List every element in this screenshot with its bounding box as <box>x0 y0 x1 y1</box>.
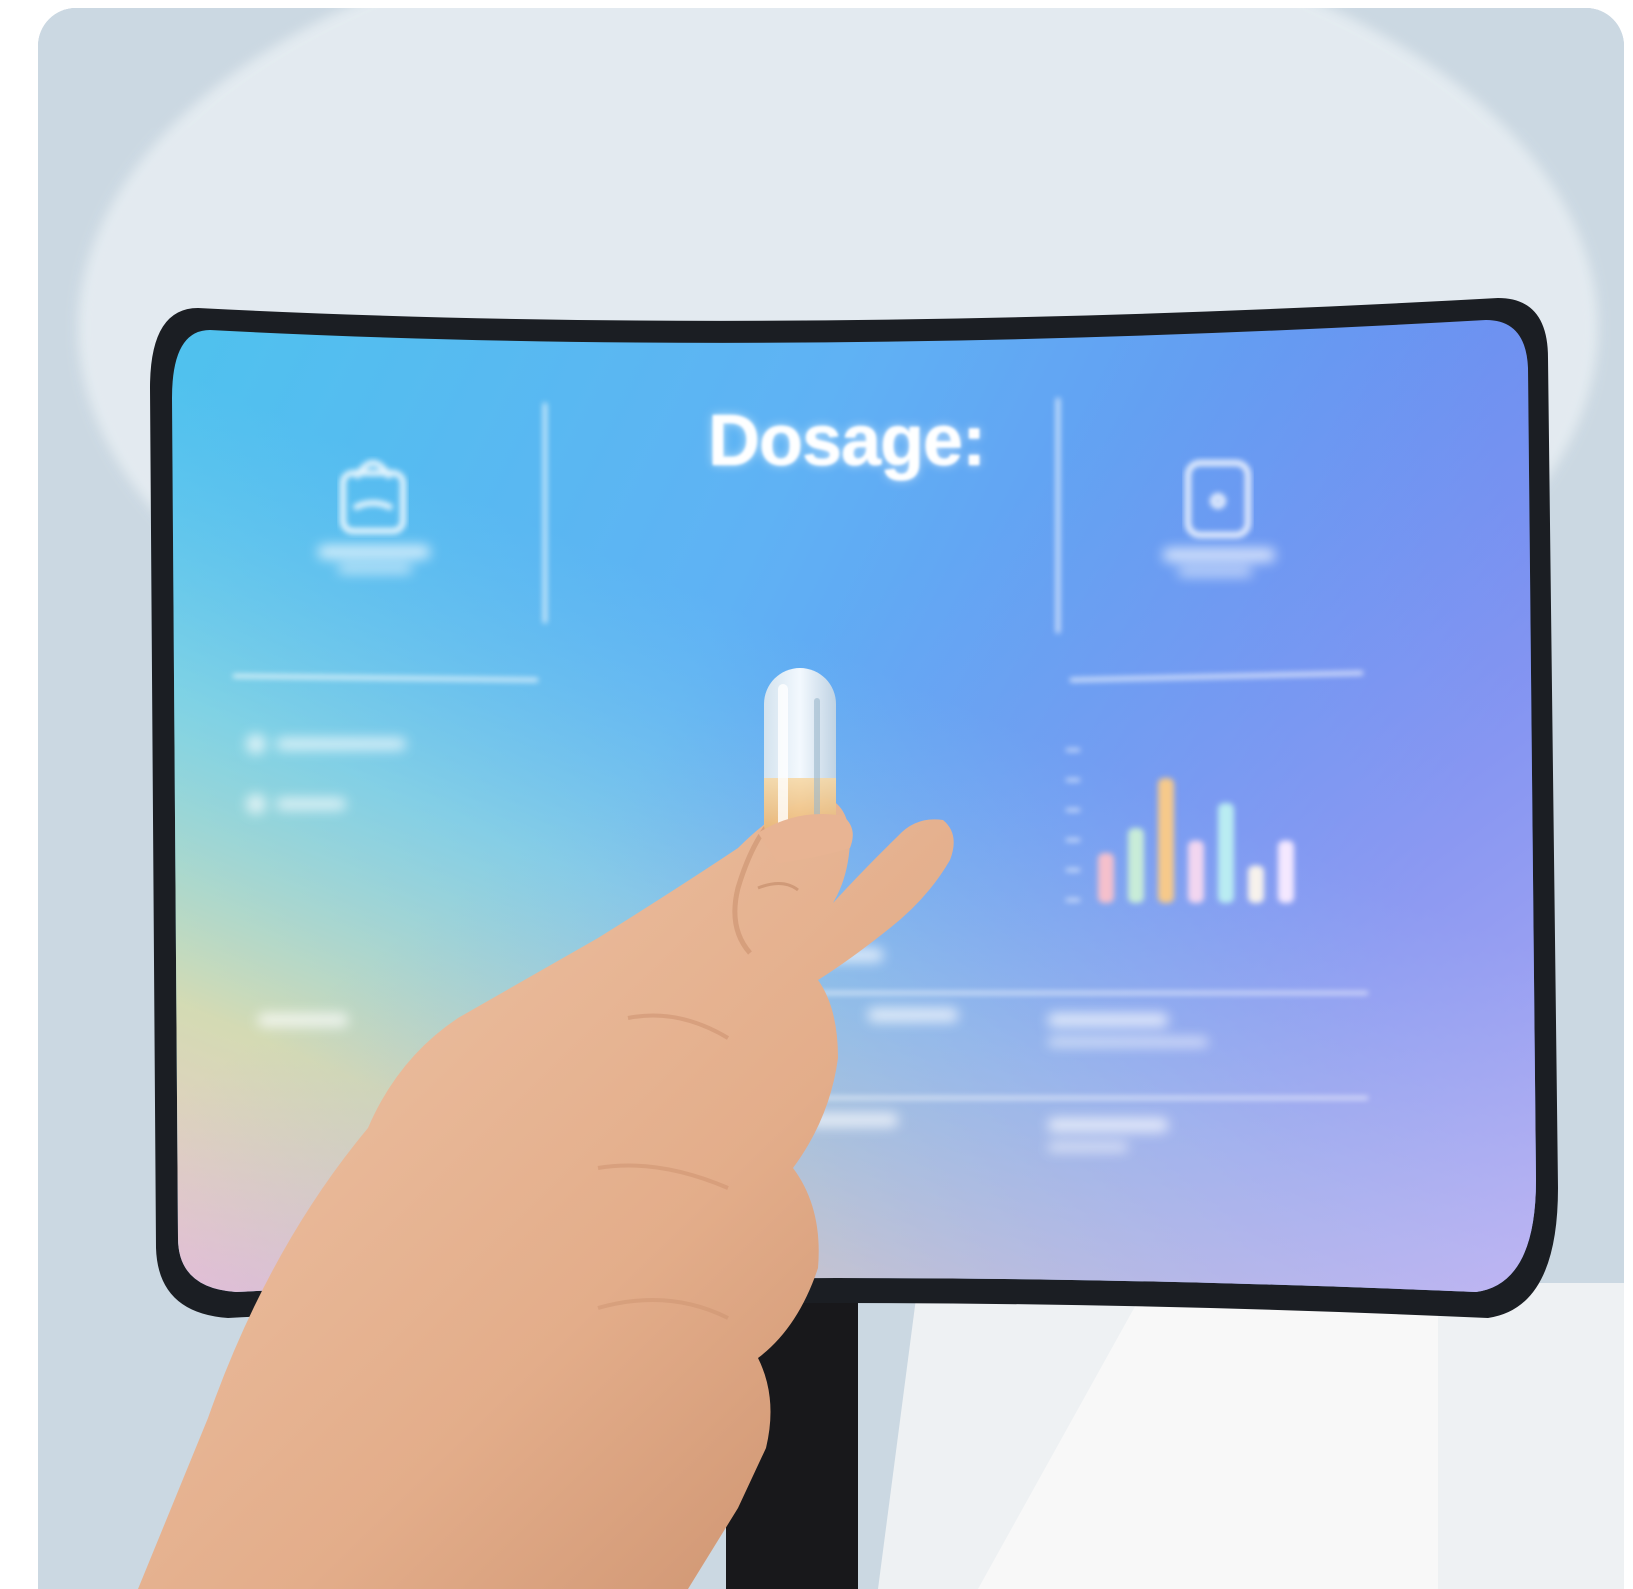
chart-bar-4 <box>1188 840 1204 903</box>
chart-bar-5 <box>1218 803 1234 903</box>
photo-scene <box>38 8 1624 1589</box>
chart-bar-1 <box>1098 853 1114 903</box>
chart-bar-6 <box>1248 865 1264 903</box>
screen-title: Dosage: <box>708 401 986 481</box>
chart-bar-2 <box>1128 828 1144 903</box>
chart-bar-3 <box>1158 778 1174 903</box>
chart-bar-7 <box>1278 840 1294 903</box>
product-photo: Dosage: <box>38 8 1624 1589</box>
